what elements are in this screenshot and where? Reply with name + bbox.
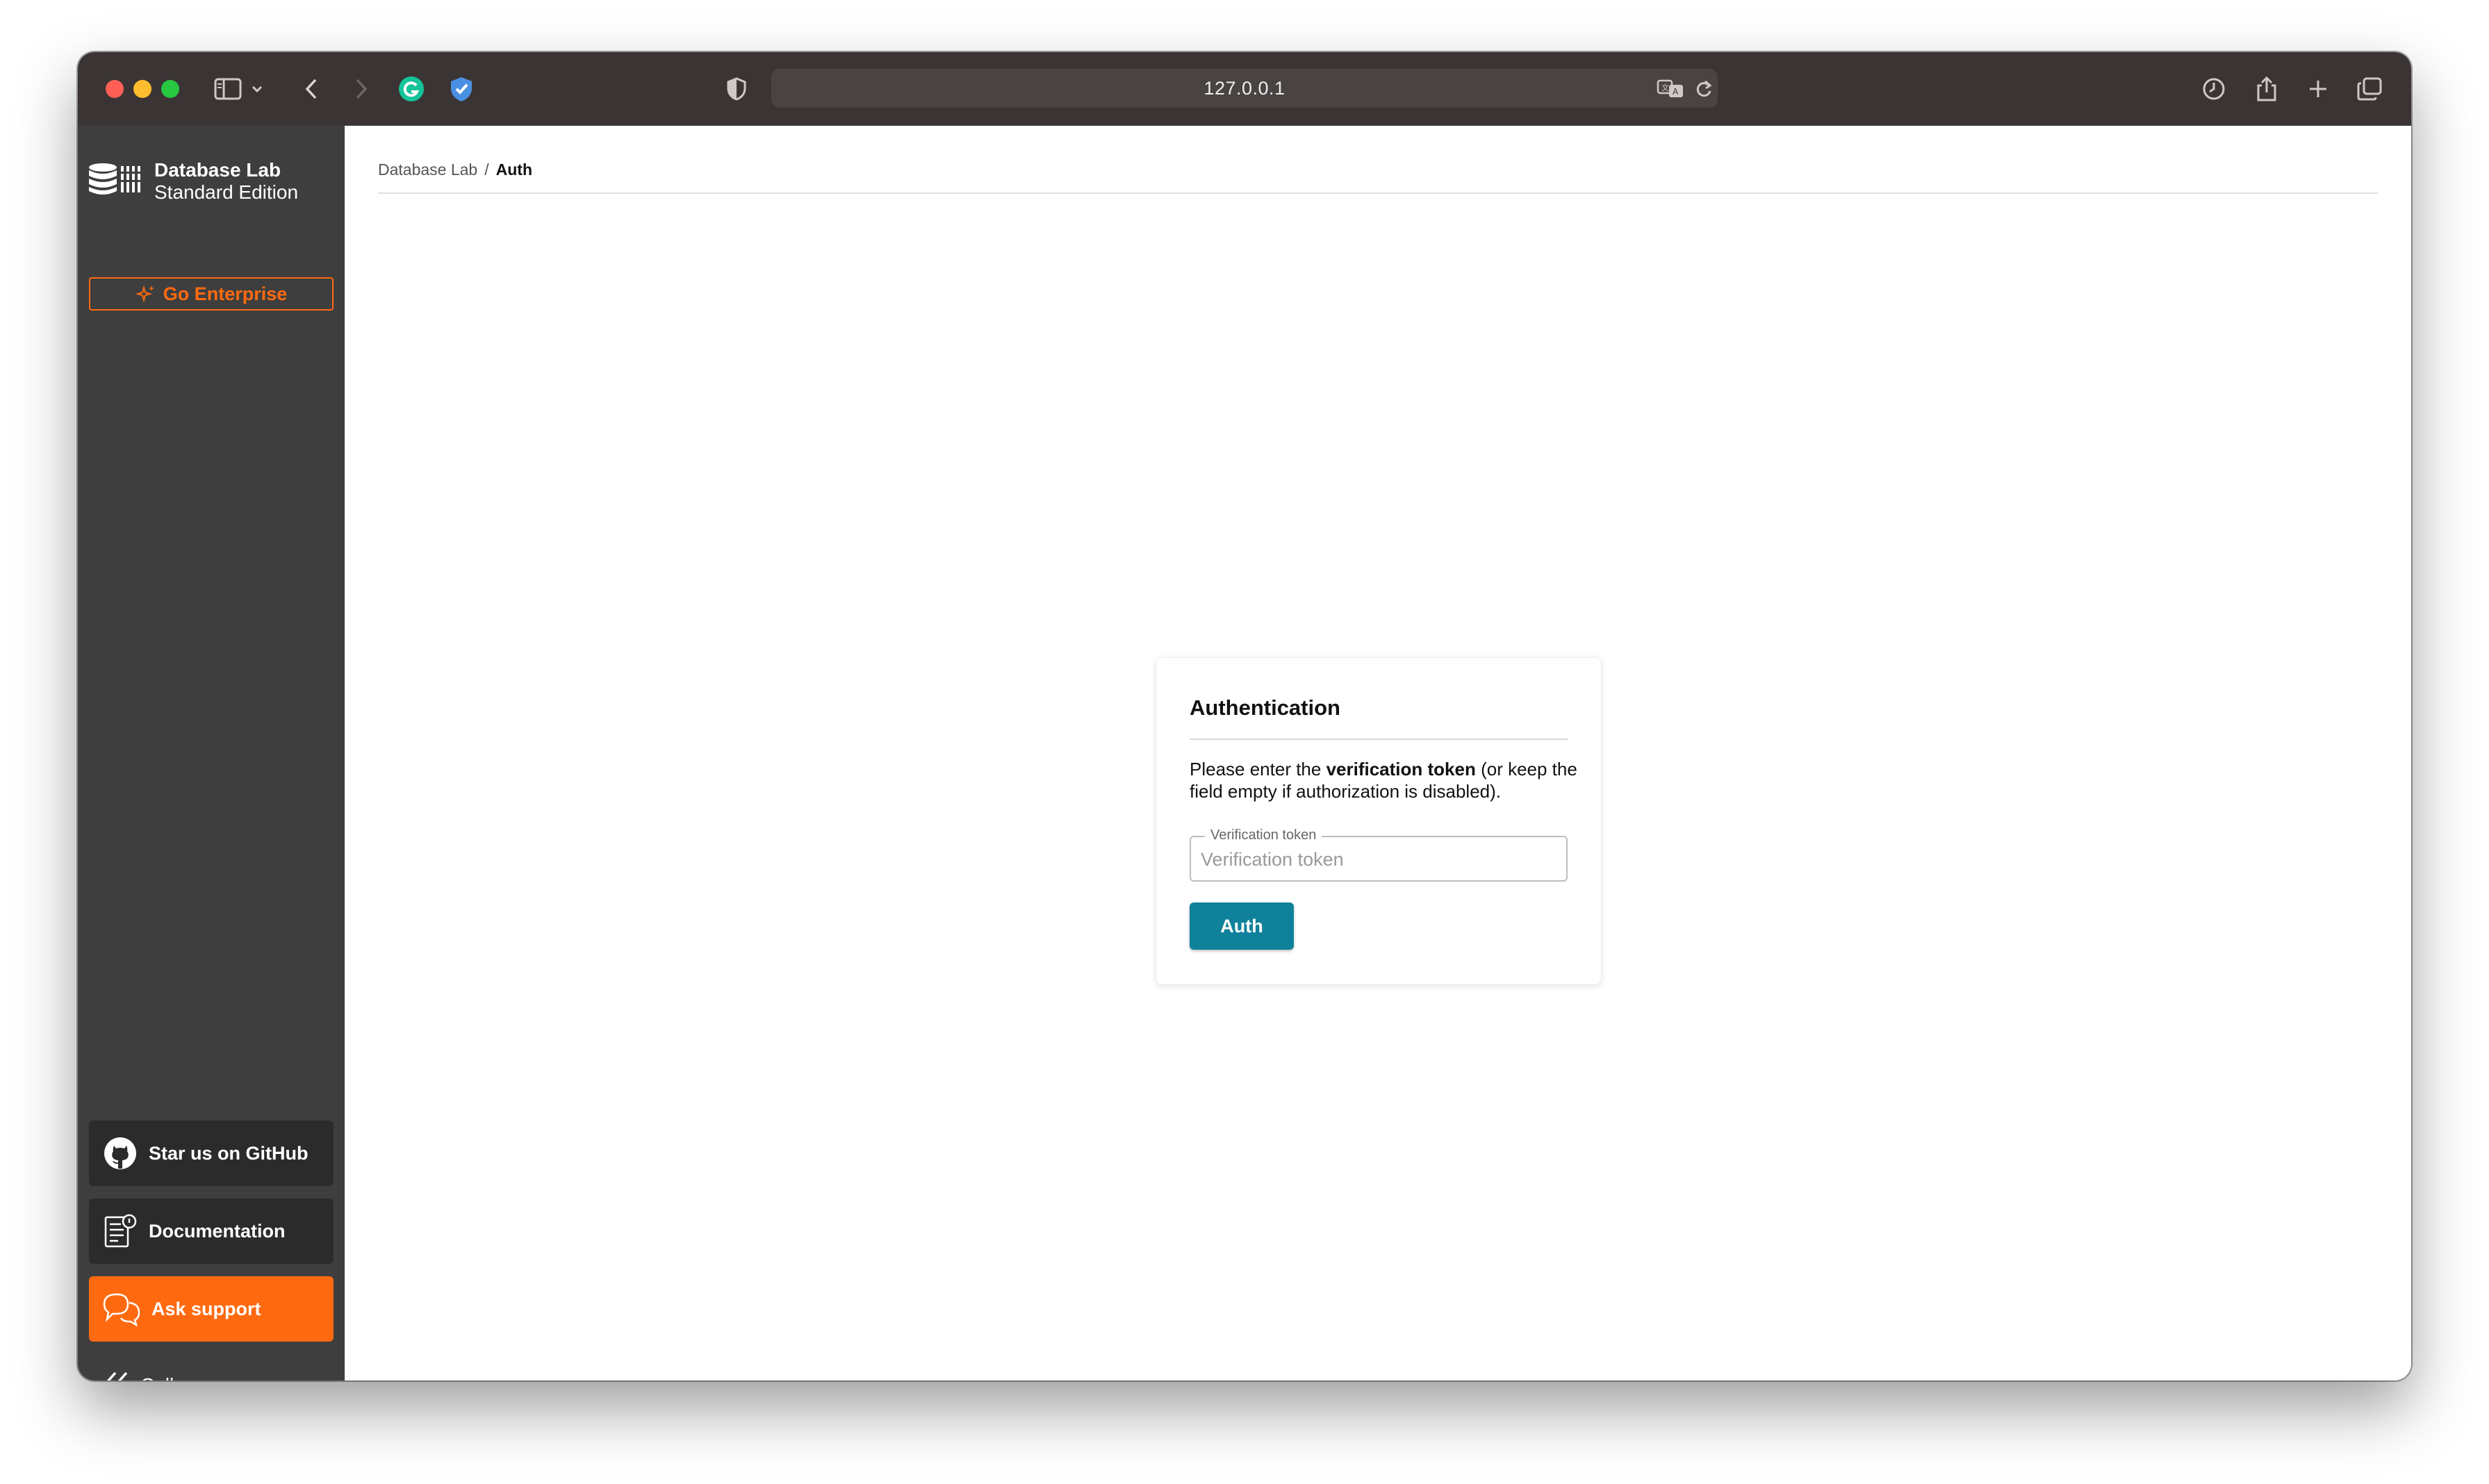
star-github-button[interactable]: Star us on GitHub (89, 1121, 334, 1186)
go-enterprise-label: Go Enterprise (163, 283, 288, 304)
browser-window: 127.0.0.1 文A Database Lab Standard Editi… (78, 52, 2411, 1380)
svg-text:A: A (1673, 87, 1679, 97)
privacy-shield-icon[interactable] (723, 72, 750, 106)
minimize-window-button[interactable] (133, 80, 151, 98)
chevron-down-icon[interactable] (249, 72, 265, 106)
auth-desc-bold: verification token (1326, 759, 1476, 780)
documentation-button[interactable]: Documentation (89, 1198, 334, 1264)
ask-support-button[interactable]: Ask support (89, 1276, 334, 1342)
new-tab-icon[interactable] (2303, 72, 2333, 106)
double-chevron-left-icon (106, 1371, 128, 1380)
verification-token-field: Verification token (1190, 827, 1568, 882)
verification-token-label: Verification token (1205, 827, 1322, 843)
verification-token-input[interactable] (1201, 847, 1555, 872)
auth-divider (1190, 739, 1568, 740)
ask-support-label: Ask support (151, 1298, 261, 1319)
translate-icon[interactable]: 文A (1655, 72, 1686, 106)
documentation-icon (104, 1214, 137, 1248)
browser-toolbar: 127.0.0.1 文A (78, 52, 2411, 126)
github-icon (104, 1137, 136, 1169)
auth-description: Please enter the verification token (or … (1190, 758, 1579, 802)
shield-check-icon[interactable] (447, 72, 475, 106)
forward-icon[interactable] (349, 72, 374, 106)
collapse-button[interactable]: Collapse (101, 1371, 216, 1380)
sidebar: Database Lab Standard Edition Go Enterpr… (78, 126, 345, 1380)
grammarly-icon[interactable] (397, 72, 425, 106)
breadcrumb-separator: / (484, 160, 489, 179)
auth-title: Authentication (1190, 695, 1340, 720)
close-window-button[interactable] (106, 80, 124, 98)
address-bar[interactable]: 127.0.0.1 (771, 69, 1718, 108)
reload-icon[interactable] (1691, 72, 1716, 106)
history-icon[interactable] (2199, 72, 2229, 106)
share-icon[interactable] (2251, 72, 2282, 106)
auth-button[interactable]: Auth (1190, 902, 1294, 950)
zoom-window-button[interactable] (161, 80, 179, 98)
chat-bubbles-icon (103, 1293, 140, 1326)
documentation-label: Documentation (149, 1220, 286, 1242)
tabs-overview-icon[interactable] (2354, 72, 2385, 106)
breadcrumb-root[interactable]: Database Lab (378, 160, 477, 179)
svg-text:文: 文 (1661, 83, 1669, 92)
collapse-label: Collapse (140, 1374, 216, 1380)
brand-logo[interactable]: Database Lab Standard Edition (88, 159, 298, 204)
back-icon[interactable] (299, 72, 324, 106)
star-github-label: Star us on GitHub (149, 1142, 309, 1164)
auth-desc-before: Please enter the (1190, 759, 1326, 780)
breadcrumb-current: Auth (495, 160, 532, 179)
brand-subtitle: Standard Edition (154, 181, 299, 203)
database-logo-icon (89, 163, 140, 195)
sparkle-icon (135, 285, 154, 303)
auth-card: Authentication Please enter the verifica… (1156, 658, 1601, 984)
sidebar-toggle-icon[interactable] (211, 72, 245, 106)
brand-title: Database Lab (154, 159, 281, 181)
main-content: Database Lab / Auth Authentication Pleas… (345, 126, 2411, 1380)
url-text: 127.0.0.1 (1204, 77, 1285, 99)
go-enterprise-button[interactable]: Go Enterprise (89, 277, 334, 311)
breadcrumb-divider (378, 192, 2378, 194)
breadcrumb: Database Lab / Auth (378, 160, 532, 179)
